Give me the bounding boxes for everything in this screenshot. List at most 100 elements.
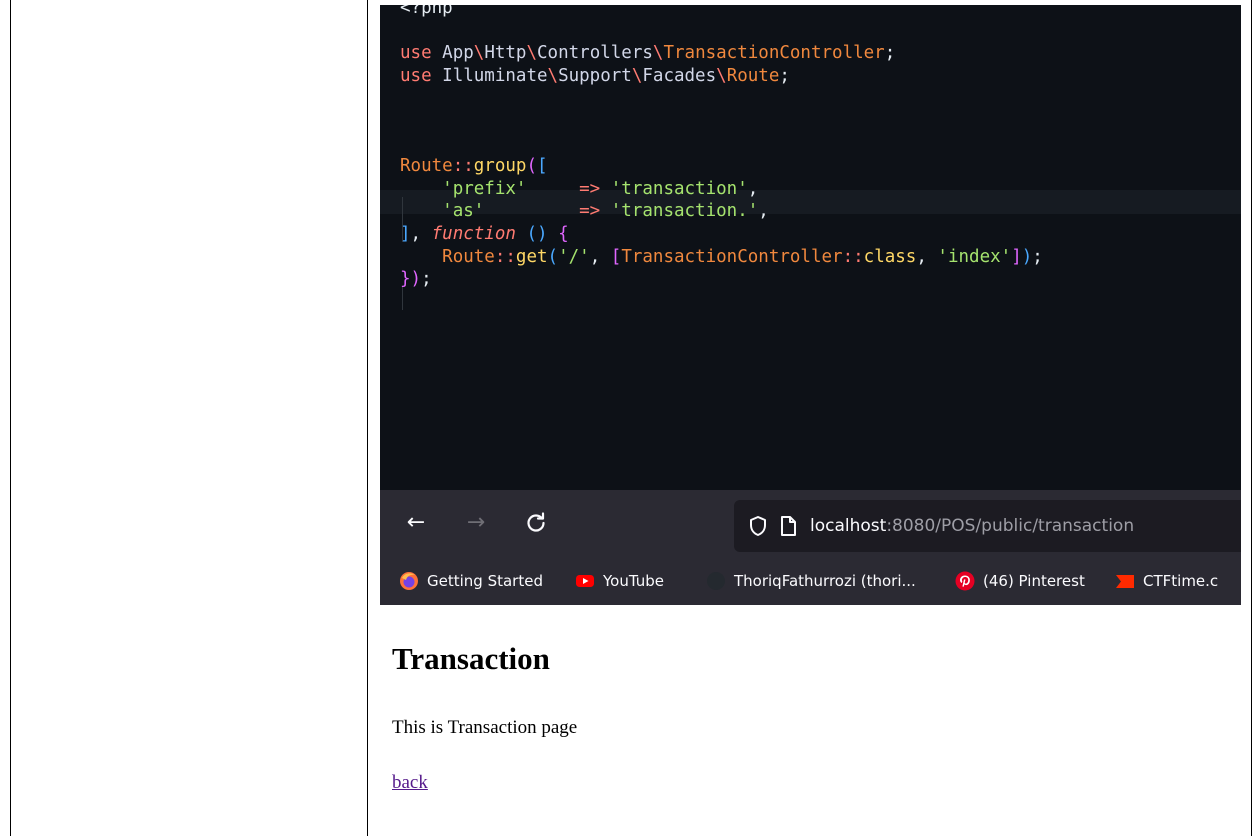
code-token: \: [473, 43, 485, 64]
bookmark-youtube[interactable]: YouTube: [575, 570, 664, 592]
code-token: 'prefix': [442, 178, 527, 199]
code-token: 'transaction.': [610, 201, 759, 222]
code-editor: <?php use App\Http\Controllers\Transacti…: [380, 5, 1241, 490]
bookmark-label: (46) Pinterest: [983, 572, 1085, 590]
ctftime-icon: [1116, 575, 1134, 588]
code-token: ]: [1011, 246, 1022, 267]
code-token: \: [716, 65, 727, 86]
url-path: :8080/POS/public/transaction: [886, 516, 1135, 536]
page-info-icon[interactable]: [778, 515, 798, 537]
code-line: 'as' => 'transaction.',: [400, 200, 1043, 223]
code-token: group: [473, 156, 527, 177]
code-line: Route::group([: [400, 155, 1043, 178]
code-token: Route: [726, 65, 780, 86]
code-token: =>: [579, 201, 601, 222]
bookmark-label: ThoriqFathurrozi (thori...: [734, 572, 916, 590]
url-text[interactable]: localhost:8080/POS/public/transaction: [810, 516, 1134, 536]
github-icon: [707, 572, 725, 590]
forward-button[interactable]: →: [461, 508, 491, 538]
code-line: Route::get('/', [TransactionController::…: [400, 246, 1043, 269]
code-token: ;: [884, 43, 896, 64]
bookmark-ctftime[interactable]: CTFtime.c: [1115, 570, 1218, 592]
code-token: Http: [484, 43, 527, 64]
code-token: Support: [558, 65, 632, 86]
table-border-middle: [367, 0, 368, 836]
code-token: ,: [747, 178, 759, 199]
code-token: {: [558, 223, 569, 244]
code-token: [: [610, 246, 622, 267]
code-token: \: [631, 65, 643, 86]
code-token: get: [515, 246, 548, 267]
code-line: });: [400, 268, 1043, 291]
code-token: ,: [916, 246, 938, 267]
code-token: [: [537, 156, 548, 177]
shield-icon[interactable]: [748, 515, 768, 537]
code-token: App: [442, 43, 474, 64]
code-line: use App\Http\Controllers\TransactionCont…: [400, 42, 1043, 65]
bookmark-label: CTFtime.c: [1143, 572, 1219, 590]
code-token: use: [400, 43, 443, 64]
arrow-right-icon: →: [466, 510, 486, 535]
code-token: (: [526, 156, 537, 177]
youtube-icon: [576, 575, 594, 587]
code-token: <?php: [400, 5, 453, 18]
code-line: use Illuminate\Support\Facades\Route;: [400, 65, 1043, 88]
code-token: Controllers: [537, 43, 653, 64]
code-token: Facades: [642, 65, 717, 86]
code-token: class: [863, 246, 917, 267]
code-token: \: [526, 43, 538, 64]
code-token: 'index': [937, 246, 1012, 267]
code-token: function: [431, 223, 516, 244]
code-token: '/': [558, 246, 590, 267]
firefox-icon: [400, 572, 418, 590]
bookmark-pinterest[interactable]: (46) Pinterest: [955, 570, 1085, 592]
code-token: ): [410, 269, 422, 290]
bookmark-github[interactable]: ThoriqFathurrozi (thori...: [706, 570, 916, 592]
code-token: ): [1021, 246, 1033, 267]
code-token: \: [652, 43, 664, 64]
pinterest-icon: [955, 571, 975, 591]
code-token: Route: [442, 246, 495, 267]
code-line: 'prefix' => 'transaction',: [400, 178, 1043, 201]
page-heading: Transaction: [392, 641, 550, 676]
page-body-text: This is Transaction page: [392, 717, 578, 738]
code-token: ::: [452, 156, 474, 177]
arrow-left-icon: ←: [406, 510, 426, 535]
bookmarks-toolbar: Getting Started YouTube ThoriqFathurrozi…: [380, 558, 1241, 605]
code-token: 'as': [442, 201, 485, 222]
web-page-content: Transaction This is Transaction page bac…: [380, 605, 1241, 836]
navigation-bar: ← → localhost:8080/POS/public/transactio…: [380, 490, 1241, 558]
url-host: localhost: [810, 516, 887, 536]
code-token: ,: [410, 223, 432, 244]
code-token: }: [400, 269, 411, 290]
code-line: <?php: [400, 5, 1043, 20]
bookmark-getting-started[interactable]: Getting Started: [399, 570, 543, 592]
url-bar[interactable]: localhost:8080/POS/public/transaction: [734, 500, 1241, 552]
bookmark-label: Getting Started: [427, 572, 543, 590]
code-token: ,: [758, 201, 769, 222]
back-button[interactable]: ←: [401, 508, 431, 538]
code-token: Illuminate: [442, 65, 548, 86]
code-token: ]: [400, 223, 411, 244]
back-link[interactable]: back: [392, 772, 428, 794]
code-token: \: [547, 65, 559, 86]
code-token: ::: [842, 246, 864, 267]
code-token: Route: [400, 156, 453, 177]
code-token: TransactionController: [621, 246, 843, 267]
code-content: <?php use App\Http\Controllers\Transacti…: [400, 5, 1043, 291]
browser-chrome: ← → localhost:8080/POS/public/transactio…: [380, 490, 1241, 605]
reload-button[interactable]: [521, 508, 551, 538]
code-token: use: [400, 65, 443, 86]
code-line: ], function () {: [400, 223, 1043, 246]
